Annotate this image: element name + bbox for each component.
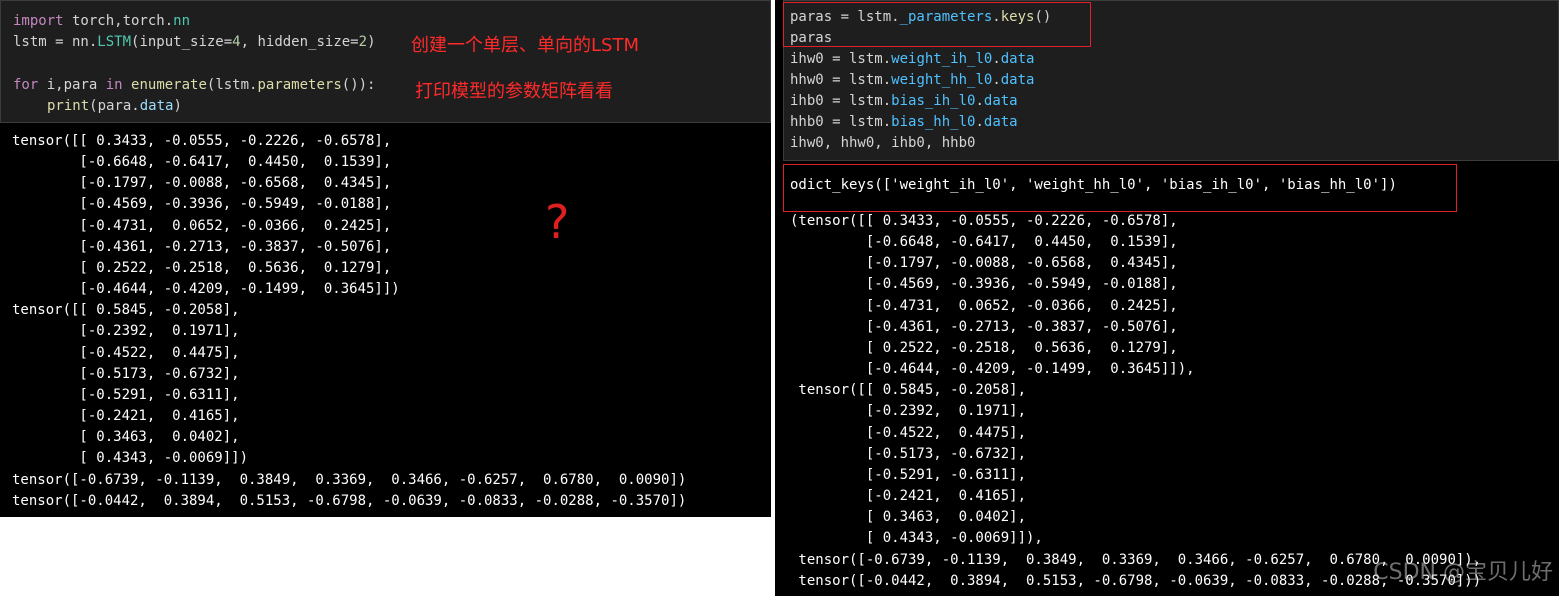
code-text: . xyxy=(975,93,984,109)
code-text: . xyxy=(992,72,1001,88)
code-text: ihw0 = lstm. xyxy=(790,51,892,67)
attribute-name: data xyxy=(139,98,174,114)
right-cell-output: (tensor([[ 0.3433, -0.0555, -0.2226, -0.… xyxy=(790,213,1482,589)
code-line-import: import torch,torch.nn xyxy=(13,11,190,32)
code-line-print: print(para.data) xyxy=(47,96,182,117)
keyword-in: in xyxy=(105,77,123,93)
left-code-cell[interactable]: import torch,torch.nn lstm = nn.LSTM(inp… xyxy=(0,0,771,123)
code-text: i,para xyxy=(38,77,106,93)
left-notebook-panel: import torch,torch.nn lstm = nn.LSTM(inp… xyxy=(0,0,771,517)
code-text: (input_size= xyxy=(131,34,233,50)
highlight-box-odict xyxy=(783,164,1457,212)
attribute-name: data xyxy=(1000,72,1035,88)
number-literal: 2 xyxy=(358,34,368,50)
attribute-name: weight_hh_l0 xyxy=(891,72,993,88)
code-text: ) xyxy=(367,34,376,50)
keyword-import: import xyxy=(13,13,64,29)
csdn-watermark: CSDN @宝贝儿好 xyxy=(1373,560,1553,585)
code-line-for: for i,para in enumerate(lstm.parameters(… xyxy=(13,75,375,96)
code-text: hhb0 = lstm. xyxy=(790,114,892,130)
module-name: nn xyxy=(173,13,191,29)
highlight-box-paras xyxy=(783,2,1091,47)
function-name: parameters xyxy=(257,77,342,93)
keyword-for: for xyxy=(13,77,39,93)
code-line-tuple: ihw0, hhw0, ihb0, hhb0 xyxy=(790,135,976,151)
code-text: hhw0 = lstm. xyxy=(790,72,892,88)
function-name: print xyxy=(47,98,90,114)
code-text: ) xyxy=(173,98,182,114)
code-text: . xyxy=(975,114,984,130)
code-text: ihb0 = lstm. xyxy=(790,93,892,109)
code-text: (para. xyxy=(89,98,140,114)
attribute-name: bias_hh_l0 xyxy=(891,114,976,130)
attribute-name: data xyxy=(1000,51,1035,67)
code-text: lstm = nn. xyxy=(13,34,98,50)
annotation-create-lstm: 创建一个单层、单向的LSTM xyxy=(411,35,639,56)
right-notebook-panel: paras = lstm._parameters.keys() paras ih… xyxy=(775,0,1559,596)
code-line-ihw0: ihw0 = lstm.weight_ih_l0.data xyxy=(790,49,1034,70)
class-name: LSTM xyxy=(97,34,132,50)
code-text: torch,torch. xyxy=(63,13,174,29)
code-text: . xyxy=(992,51,1001,67)
number-literal: 4 xyxy=(232,34,241,50)
attribute-name: data xyxy=(983,93,1018,109)
attribute-name: weight_ih_l0 xyxy=(891,51,993,67)
question-mark-annotation: ? xyxy=(545,195,570,249)
code-line-hhw0: hhw0 = lstm.weight_hh_l0.data xyxy=(790,70,1034,91)
code-line-lstm: lstm = nn.LSTM(input_size=4, hidden_size… xyxy=(13,32,376,53)
attribute-name: data xyxy=(983,114,1018,130)
attribute-name: bias_ih_l0 xyxy=(891,93,976,109)
code-line-hhb0: hhb0 = lstm.bias_hh_l0.data xyxy=(790,112,1018,133)
code-text: ()): xyxy=(341,77,376,93)
left-cell-output: tensor([[ 0.3433, -0.0555, -0.2226, -0.6… xyxy=(12,133,687,509)
code-text: , hidden_size= xyxy=(240,34,359,50)
function-name: enumerate xyxy=(131,77,207,93)
annotation-print-params: 打印模型的参数矩阵看看 xyxy=(415,81,613,102)
code-text: (lstm. xyxy=(206,77,258,93)
code-line-ihb0: ihb0 = lstm.bias_ih_l0.data xyxy=(790,91,1018,112)
